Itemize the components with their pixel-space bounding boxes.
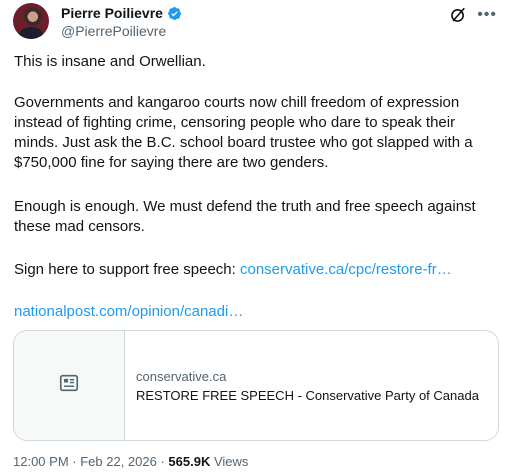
restore-free-speech-link[interactable]: conservative.ca/cpc/restore-fr… [240,261,452,278]
nationalpost-link[interactable]: nationalpost.com/opinion/canadi… [14,303,243,320]
more-icon[interactable]: ••• [477,7,497,23]
card-domain: conservative.ca [136,368,227,384]
article-icon [58,372,80,399]
tweet-paragraph: Enough is enough. We must defend the tru… [14,198,476,235]
card-info: conservative.ca RESTORE FREE SPEECH - Co… [125,331,479,440]
tweet-paragraph: Governments and kangaroo courts now chil… [14,94,473,171]
tweet-time[interactable]: 12:00 PM [13,454,69,469]
meta-separator: · [156,454,169,469]
views-count: 565.9K [168,454,211,469]
link-preview-card[interactable]: conservative.ca RESTORE FREE SPEECH - Co… [13,330,499,441]
grok-icon[interactable] [449,6,467,24]
card-title: RESTORE FREE SPEECH - Conservative Party… [136,387,479,403]
tweet-paragraph: Sign here to support free speech: conser… [14,260,452,280]
tweet-meta: 12:00 PM · Feb 22, 2026 · 565.9K Views [13,454,248,469]
tweet-paragraph: This is insane and Orwellian. [14,53,206,70]
author-name-row: Pierre Poilievre [61,5,182,21]
tweet-paragraph: nationalpost.com/opinion/canadi… [14,302,243,322]
handle[interactable]: @PierrePoilievre [61,23,166,39]
verified-badge-icon[interactable] [167,6,182,21]
card-thumbnail [14,331,125,440]
top-actions: ••• [449,6,497,24]
avatar[interactable] [13,3,49,39]
meta-separator: · [68,454,81,469]
views-label: Views [210,454,249,469]
tweet-date[interactable]: Feb 22, 2026 [80,454,157,469]
sign-prefix: Sign here to support free speech: [14,261,240,278]
display-name[interactable]: Pierre Poilievre [61,5,163,21]
